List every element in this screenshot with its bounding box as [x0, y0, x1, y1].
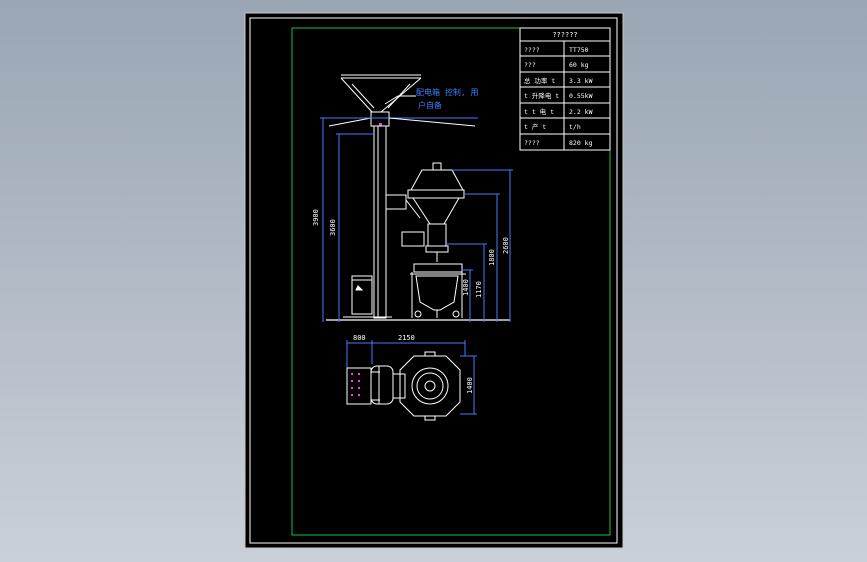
accent-dot: [358, 387, 360, 389]
dim-plan-left: 800: [353, 334, 366, 342]
title-block-value: 2.2 kW: [569, 108, 593, 116]
accent-dot: [351, 373, 353, 375]
accent-dot: [351, 380, 353, 382]
cad-viewport[interactable]: ?????? ???? TT750??? 60 kg 总 功率 t 3.3 kW t 升降…: [0, 0, 867, 562]
accent-dot: [358, 394, 360, 396]
accent-dot: [358, 373, 360, 375]
title-block-label: ???: [524, 61, 536, 69]
accent-dot: [351, 394, 353, 396]
dim-right-small: 1400: [462, 279, 470, 296]
dim-height-outer: 3900: [312, 209, 320, 226]
annotation-line1: 配电箱 控制, 用: [416, 87, 478, 97]
title-block-label: t 产 t: [524, 122, 546, 131]
dim-plan-span: 2150: [398, 334, 415, 342]
title-block-label: ????: [524, 139, 540, 147]
accent-dot: [351, 387, 353, 389]
title-block-value: 60 kg: [569, 61, 589, 69]
title-block-label: ????: [524, 46, 540, 54]
dim-plan-depth: 1400: [466, 377, 474, 394]
title-block-value: 3.3 kW: [569, 77, 593, 85]
annotation-line2: 户自备: [418, 100, 442, 110]
dim-right-mid: 1800: [488, 249, 496, 266]
title-block-header: ??????: [552, 31, 577, 39]
title-block-value: t/h: [569, 123, 581, 131]
title-block-value: 820 kg: [569, 139, 593, 147]
title-block-value: 0.55kW: [569, 92, 593, 100]
title-block-label: 总 功率 t: [524, 76, 555, 85]
dim-right-low: 1170: [475, 281, 483, 298]
dim-right-total: 2600: [502, 237, 510, 254]
title-block-value: TT750: [569, 46, 589, 54]
accent-dot: [358, 380, 360, 382]
title-block-label: t t 电 t: [524, 107, 554, 116]
title-block-label: t 升降电 t: [524, 91, 559, 100]
dim-height-column: 3600: [329, 219, 337, 236]
